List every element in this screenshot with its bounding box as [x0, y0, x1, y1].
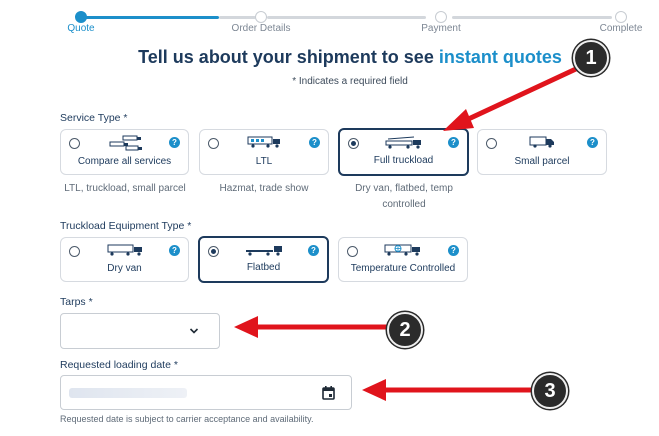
annotation-arrows — [234, 65, 581, 401]
annotation-badge-3: 3 — [532, 373, 568, 409]
arrow-head-3 — [362, 379, 386, 401]
annotation-badge-1: 1 — [573, 40, 609, 76]
arrow-head-1 — [443, 109, 474, 131]
annotation-arrow-1 — [459, 65, 581, 125]
arrow-head-2 — [234, 316, 258, 338]
annotation-badge-2: 2 — [387, 312, 423, 348]
